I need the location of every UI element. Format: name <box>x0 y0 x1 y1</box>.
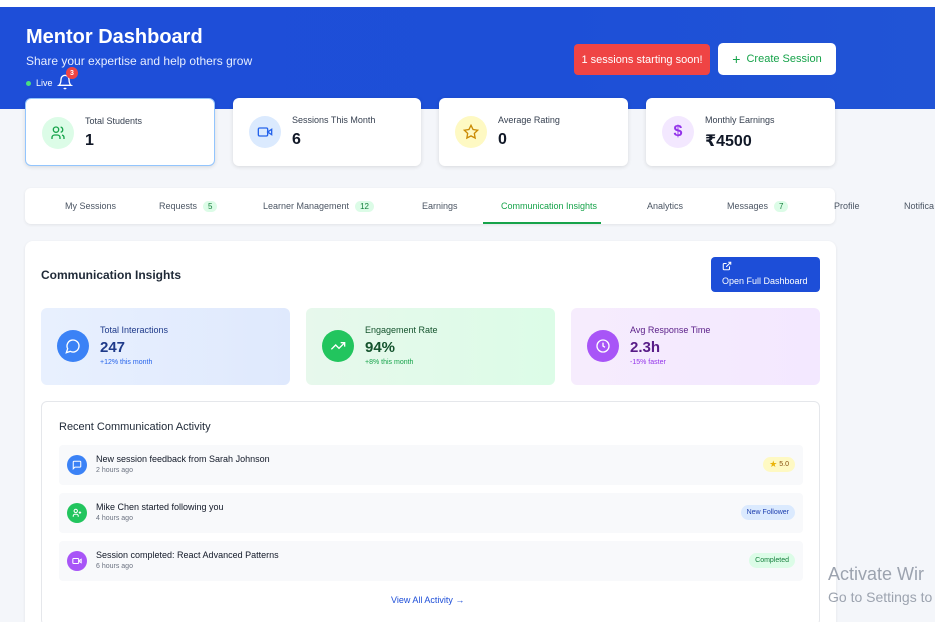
live-label: Live <box>36 78 53 88</box>
tab-analytics[interactable]: Analytics <box>647 188 683 224</box>
status-badge: New Follower <box>740 505 795 520</box>
notification-badge: 3 <box>66 67 78 79</box>
metric-sub: -15% faster <box>630 359 666 366</box>
trending-up-icon <box>322 330 354 362</box>
stat-label: Total Students <box>85 116 143 126</box>
video-icon <box>249 116 281 148</box>
tab-label: Learner Management <box>263 201 350 211</box>
stat-label: Sessions This Month <box>292 115 376 125</box>
activity-time: 6 hours ago <box>96 563 133 570</box>
activity-item[interactable]: Mike Chen started following you 4 hours … <box>59 493 803 533</box>
metric-label: Engagement Rate <box>365 325 438 335</box>
stat-label: Average Rating <box>498 115 560 125</box>
metric-label: Total Interactions <box>100 325 169 335</box>
tab-earnings[interactable]: Earnings <box>422 188 458 224</box>
tab-communication-insights[interactable]: Communication Insights <box>482 188 602 224</box>
activity-text: Session completed: React Advanced Patter… <box>96 550 279 560</box>
tab-profile[interactable]: Profile <box>834 188 860 224</box>
windows-activation-watermark: Activate Wir <box>828 564 925 584</box>
stat-value: 6 <box>292 131 301 148</box>
tab-count-badge: 12 <box>355 200 374 212</box>
dashboard-header: Mentor Dashboard Share your expertise an… <box>0 7 935 109</box>
tab-label: Requests <box>159 201 198 211</box>
tab-count-badge: 7 <box>774 200 789 212</box>
stat-value: ₹4500 <box>705 133 752 150</box>
metric-avg-response-time: Avg Response Time 2.3h -15% faster <box>571 308 820 385</box>
tab-learner-management[interactable]: Learner Management 12 <box>263 188 374 224</box>
tab-label: Messages <box>727 201 769 211</box>
video-icon <box>67 551 87 571</box>
metric-value: 2.3h <box>630 339 661 356</box>
clock-icon <box>587 330 619 362</box>
tab-label: Earnings <box>422 201 458 211</box>
tab-label: Analytics <box>647 201 684 211</box>
dollar-icon: $ <box>662 116 694 148</box>
activity-title: Recent Communication Activity <box>59 421 211 433</box>
star-icon <box>455 116 487 148</box>
tab-label: My Sessions <box>65 201 117 211</box>
communication-insights-panel: Communication Insights Open Full Dashboa… <box>25 241 836 622</box>
live-indicator: Live <box>26 78 53 88</box>
open-full-dashboard-button[interactable]: Open Full Dashboard <box>711 257 820 292</box>
tab-bar: My Sessions Requests 5 Learner Management… <box>25 188 934 224</box>
stat-value: 1 <box>85 132 94 149</box>
activity-text: New session feedback from Sarah Johnson <box>96 454 270 464</box>
tab-requests[interactable]: Requests 5 <box>159 188 218 224</box>
create-session-button[interactable]: + Create Session <box>718 43 836 75</box>
activity-time: 4 hours ago <box>96 515 133 522</box>
page-subtitle: Share your expertise and help others gro… <box>26 54 253 68</box>
activity-time: 2 hours ago <box>96 467 133 474</box>
tab-count-badge: 5 <box>203 200 218 212</box>
tab-label: Communication Insights <box>501 201 598 211</box>
activity-item[interactable]: Session completed: React Advanced Patter… <box>59 541 803 581</box>
rating-value: 5.0 <box>779 461 789 468</box>
activity-item[interactable]: New session feedback from Sarah Johnson … <box>59 445 803 485</box>
plus-icon: + <box>732 51 741 67</box>
stat-card-rating[interactable]: Average Rating 0 <box>439 98 628 166</box>
open-full-dashboard-label: Open Full Dashboard <box>722 276 808 286</box>
tab-label: Notifica <box>904 201 935 211</box>
activity-text: Mike Chen started following you <box>96 502 224 512</box>
user-plus-icon <box>67 503 87 523</box>
stat-card-sessions[interactable]: Sessions This Month 6 <box>233 98 421 166</box>
panel-title: Communication Insights <box>41 268 182 282</box>
metric-engagement-rate: Engagement Rate 94% +8% this month <box>306 308 555 385</box>
rating-badge: ★ 5.0 <box>763 457 795 472</box>
windows-activation-subtext: Go to Settings to <box>828 589 933 605</box>
live-dot-icon <box>26 80 31 86</box>
star-icon: ★ <box>769 459 778 469</box>
create-session-label: Create Session <box>746 53 822 65</box>
metric-sub: +8% this month <box>365 359 414 366</box>
external-link-icon <box>722 261 732 271</box>
view-all-activity-link[interactable]: View All Activity → <box>391 595 464 605</box>
stat-label: Monthly Earnings <box>705 115 775 125</box>
metric-total-interactions: Total Interactions 247 +12% this month <box>41 308 290 385</box>
recent-activity-card: Recent Communication Activity New sessio… <box>41 401 820 622</box>
chat-icon <box>57 330 89 362</box>
sessions-alert-button[interactable]: 1 sessions starting soon! <box>574 44 710 75</box>
tab-messages[interactable]: Messages 7 <box>727 188 789 224</box>
top-strip <box>0 0 935 7</box>
metric-label: Avg Response Time <box>630 325 711 335</box>
page-title: Mentor Dashboard <box>26 26 203 48</box>
tab-label: Profile <box>834 201 860 211</box>
tab-my-sessions[interactable]: My Sessions <box>65 188 116 224</box>
metric-sub: +12% this month <box>100 359 153 366</box>
metric-value: 247 <box>100 339 126 356</box>
message-icon <box>67 455 87 475</box>
status-badge: Completed <box>749 553 795 568</box>
metric-value: 94% <box>365 339 396 356</box>
users-icon <box>42 117 74 149</box>
stat-value: 0 <box>498 131 507 148</box>
tab-notifications[interactable]: Notifica <box>904 188 934 224</box>
stat-card-earnings[interactable]: $ Monthly Earnings ₹4500 <box>646 98 835 166</box>
stat-card-total-students[interactable]: Total Students 1 <box>25 98 215 166</box>
